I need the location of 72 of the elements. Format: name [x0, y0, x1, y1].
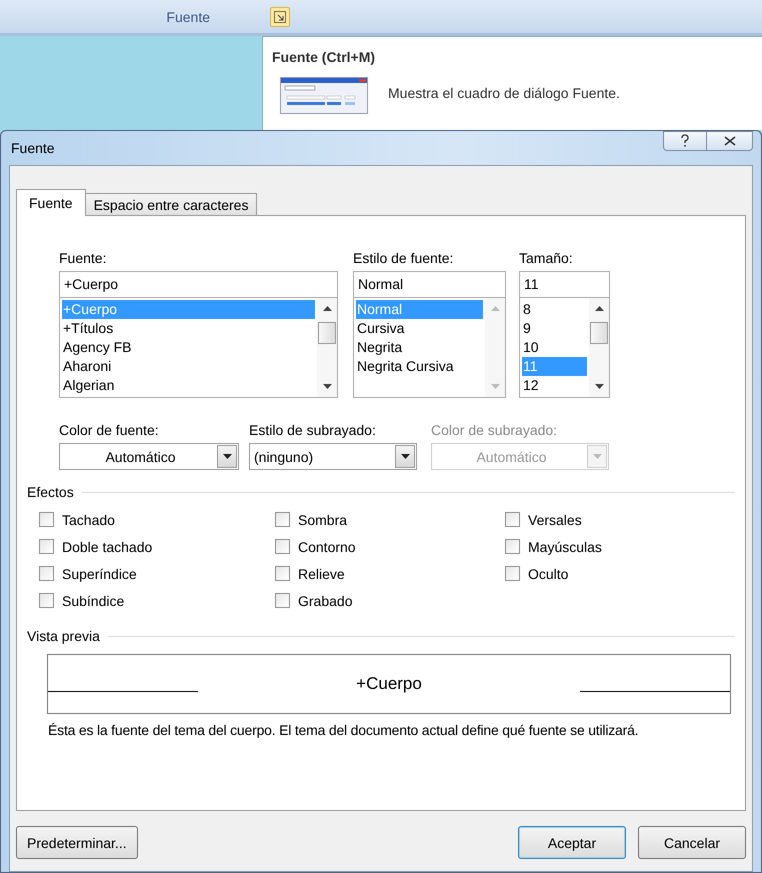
input-field[interactable]: Normal: [353, 271, 506, 298]
tab[interactable]: Fuente: [16, 189, 86, 216]
checkbox[interactable]: Tachado: [39, 506, 275, 533]
scroll-down-icon: [322, 384, 332, 389]
field-label: Estilo de subrayado:: [249, 422, 377, 440]
checkbox[interactable]: Relieve: [275, 560, 505, 587]
list-item[interactable]: 12: [522, 376, 587, 395]
list-box[interactable]: Normal Cursiva Negrita Negrita Cursiva: [353, 298, 506, 398]
checkbox[interactable]: Doble tachado: [39, 533, 275, 560]
help-icon: [680, 134, 690, 148]
input-field[interactable]: +Cuerpo: [59, 271, 338, 298]
list-item[interactable]: 10: [522, 338, 587, 357]
ribbon-group-label: Fuente: [165, 8, 211, 24]
close-icon: [724, 136, 736, 146]
field-label: Fuente:: [59, 250, 108, 268]
checkbox[interactable]: Mayúsculas: [505, 533, 735, 560]
scroll-up-icon: [490, 306, 500, 311]
field-label: Color de fuente:: [59, 422, 160, 440]
dropdown-value: Automático: [475, 448, 548, 464]
checkbox[interactable]: Grabado: [275, 587, 505, 614]
dropdown-arrow-icon: [222, 454, 232, 459]
scrollbar[interactable]: [485, 298, 505, 397]
list-item[interactable]: +Títulos: [62, 319, 315, 338]
scroll-up-icon: [594, 306, 604, 311]
scrollbar[interactable]: [589, 298, 609, 397]
dropdown-value: Automático: [104, 448, 177, 464]
scrollbar[interactable]: [317, 298, 337, 397]
dropdown[interactable]: (ninguno): [249, 443, 417, 470]
tooltip-title: Fuente (Ctrl+M): [272, 49, 376, 65]
preview-sample-text: +Cuerpo: [356, 674, 422, 694]
tab[interactable]: Espacio entre caracteres: [84, 193, 258, 216]
dropdown-value: (ninguno): [253, 448, 314, 464]
field-label: Color de subrayado:: [431, 422, 558, 440]
checkbox[interactable]: Superíndice: [39, 560, 275, 587]
dropdown[interactable]: Automático: [59, 443, 239, 470]
scroll-up-icon: [322, 306, 332, 311]
section-title: Efectos: [27, 484, 74, 500]
scroll-down-icon: [490, 384, 500, 389]
input-field[interactable]: 11: [519, 271, 610, 298]
list-item[interactable]: Negrita: [356, 338, 483, 357]
checkbox[interactable]: Versales: [505, 506, 735, 533]
list-item[interactable]: Agency FB: [62, 338, 315, 357]
checkbox[interactable]: Subíndice: [39, 587, 275, 614]
list-box[interactable]: 8 9 10 11 12: [519, 298, 610, 398]
dialog-launcher-icon: [274, 10, 286, 22]
dropdown-arrow-icon: [592, 454, 602, 459]
list-item[interactable]: 8: [522, 300, 587, 319]
section-title: Vista previa: [27, 628, 100, 644]
list-item[interactable]: 9: [522, 319, 587, 338]
list-box[interactable]: +Cuerpo +Títulos Agency FB Aharoni Algerian: [59, 298, 338, 398]
checkbox[interactable]: Contorno: [275, 533, 505, 560]
checkbox[interactable]: Oculto: [505, 560, 735, 587]
scroll-thumb[interactable]: [318, 322, 336, 344]
list-item[interactable]: Aharoni: [62, 357, 315, 376]
dialog-button[interactable]: Aceptar: [518, 826, 626, 859]
list-item[interactable]: Cursiva: [356, 319, 483, 338]
tooltip-description: Muestra el cuadro de diálogo Fuente.: [388, 85, 620, 101]
dialog-launcher-button[interactable]: [270, 6, 290, 26]
field-label: Tamaño:: [519, 250, 574, 268]
preview-note: Ésta es la fuente del tema del cuerpo. El tema del documento actual define qué fuente se utilizará.: [47, 722, 640, 738]
help-button[interactable]: [663, 131, 707, 151]
close-button[interactable]: [707, 131, 753, 151]
dropdown-arrow-icon: [400, 454, 410, 459]
window-title: Fuente: [10, 140, 55, 156]
field-label: Estilo de fuente:: [353, 250, 454, 268]
checkbox[interactable]: Sombra: [275, 506, 505, 533]
list-item[interactable]: Algerian: [62, 376, 315, 395]
set-default-button[interactable]: Predeterminar...: [16, 826, 138, 859]
list-item[interactable]: Negrita Cursiva: [356, 357, 483, 376]
scroll-thumb[interactable]: [590, 322, 608, 344]
scroll-down-icon: [594, 384, 604, 389]
dialog-button[interactable]: Cancelar: [638, 826, 746, 859]
